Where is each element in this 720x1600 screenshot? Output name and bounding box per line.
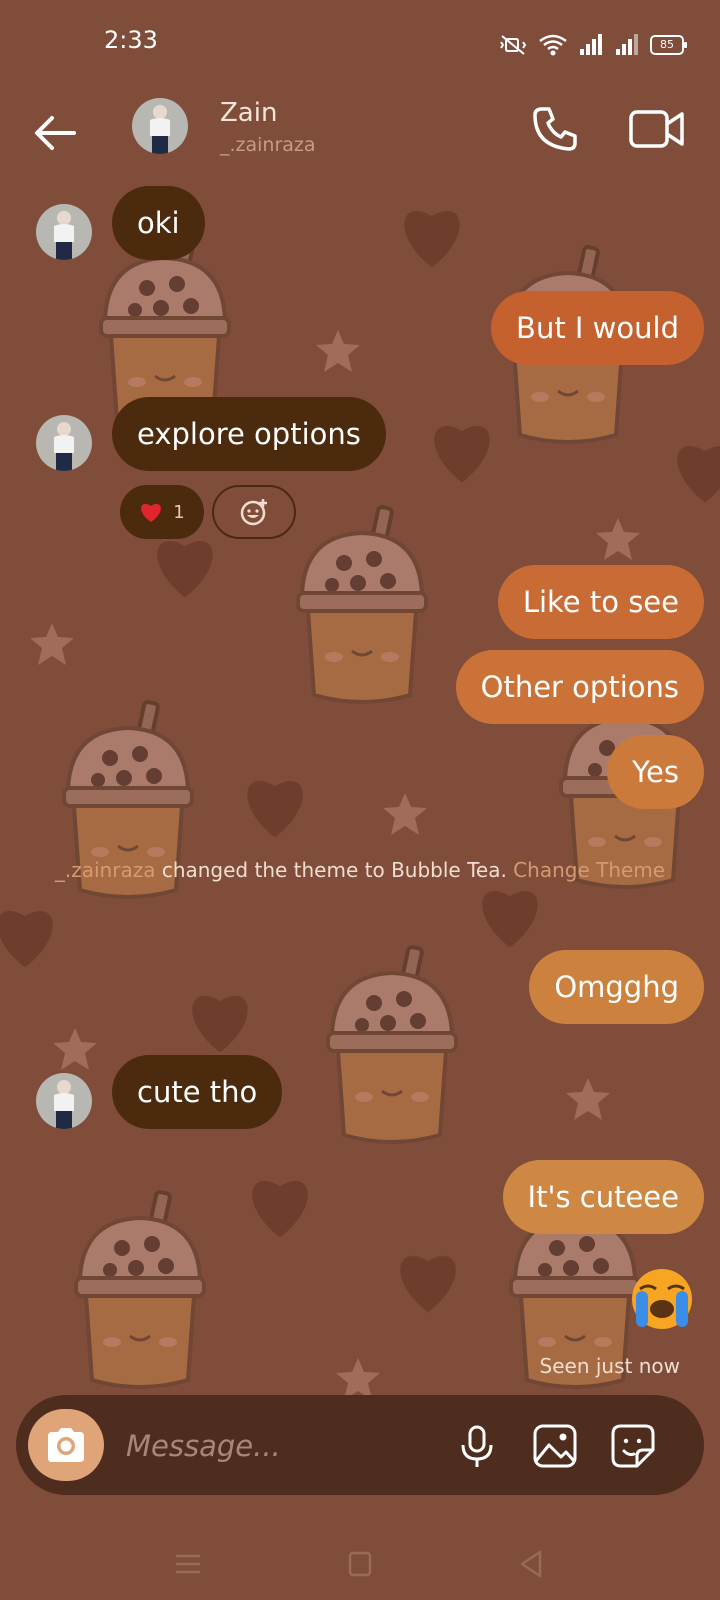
phone-icon[interactable]: [530, 104, 580, 154]
add-reaction-button[interactable]: [212, 485, 296, 539]
theme-change-notice: _.zainraza changed the theme to Bubble T…: [20, 858, 700, 883]
message-bubble-incoming[interactable]: explore options: [112, 397, 386, 471]
notice-text: changed the theme to Bubble Tea.: [155, 858, 514, 882]
signal-icon: [580, 34, 602, 55]
camera-button[interactable]: [28, 1409, 104, 1481]
heart-icon: [141, 503, 162, 522]
wifi-icon: [539, 34, 567, 56]
camera-icon: [48, 1428, 84, 1462]
reaction-count: 1: [173, 501, 185, 523]
sender-avatar[interactable]: [36, 204, 92, 260]
contact-name[interactable]: Zain: [220, 98, 277, 128]
chat-header: Zain _.zainraza: [0, 88, 720, 188]
signal-2-icon: [616, 34, 638, 55]
message-bubble-outgoing[interactable]: Other options: [455, 650, 704, 724]
message-bubble-outgoing[interactable]: Omgghg: [529, 950, 704, 1024]
contact-handle[interactable]: _.zainraza: [220, 134, 316, 156]
system-nav-bar: [0, 1530, 720, 1600]
sender-avatar[interactable]: [36, 1073, 92, 1129]
message-bubble-outgoing[interactable]: Like to see: [497, 565, 704, 639]
gallery-icon[interactable]: [530, 1421, 580, 1471]
sticker-icon[interactable]: [608, 1421, 658, 1471]
message-bubble-outgoing[interactable]: It's cuteee: [502, 1160, 704, 1234]
back-nav-icon[interactable]: [512, 1544, 552, 1584]
reaction-heart[interactable]: 1: [120, 485, 204, 539]
add-reaction-icon: [240, 499, 267, 526]
menu-nav-icon[interactable]: [168, 1544, 208, 1584]
actor-username[interactable]: _.zainraza: [55, 858, 156, 882]
message-composer: [16, 1395, 704, 1495]
microphone-icon[interactable]: [452, 1421, 502, 1471]
message-bubble-outgoing[interactable]: Yes: [607, 735, 704, 809]
status-icons: 85: [498, 30, 687, 60]
avatar-image: [132, 98, 188, 154]
change-theme-link[interactable]: Change Theme: [513, 858, 665, 882]
video-camera-icon[interactable]: [628, 104, 686, 154]
avatar-image: [54, 211, 74, 260]
loudly-crying-face-icon[interactable]: [628, 1265, 696, 1333]
back-arrow-icon[interactable]: [30, 106, 84, 160]
avatar-image: [54, 422, 74, 471]
contact-avatar[interactable]: [132, 98, 188, 154]
battery-icon: 85: [650, 35, 687, 55]
chat-screen: 2:33 85 Zain _.zainraza oki But I would …: [0, 0, 720, 1600]
vibrate-mute-icon: [500, 35, 527, 55]
avatar-image: [54, 1080, 74, 1129]
status-bar: 2:33 85: [0, 0, 720, 88]
status-time: 2:33: [104, 26, 158, 54]
home-nav-icon[interactable]: [340, 1544, 380, 1584]
message-input[interactable]: [124, 1421, 448, 1471]
message-bubble-outgoing[interactable]: But I would: [491, 291, 704, 365]
message-bubble-incoming[interactable]: cute tho: [112, 1055, 283, 1129]
seen-status: Seen just now: [539, 1354, 680, 1378]
message-bubble-incoming[interactable]: oki: [112, 186, 205, 260]
sender-avatar[interactable]: [36, 415, 92, 471]
